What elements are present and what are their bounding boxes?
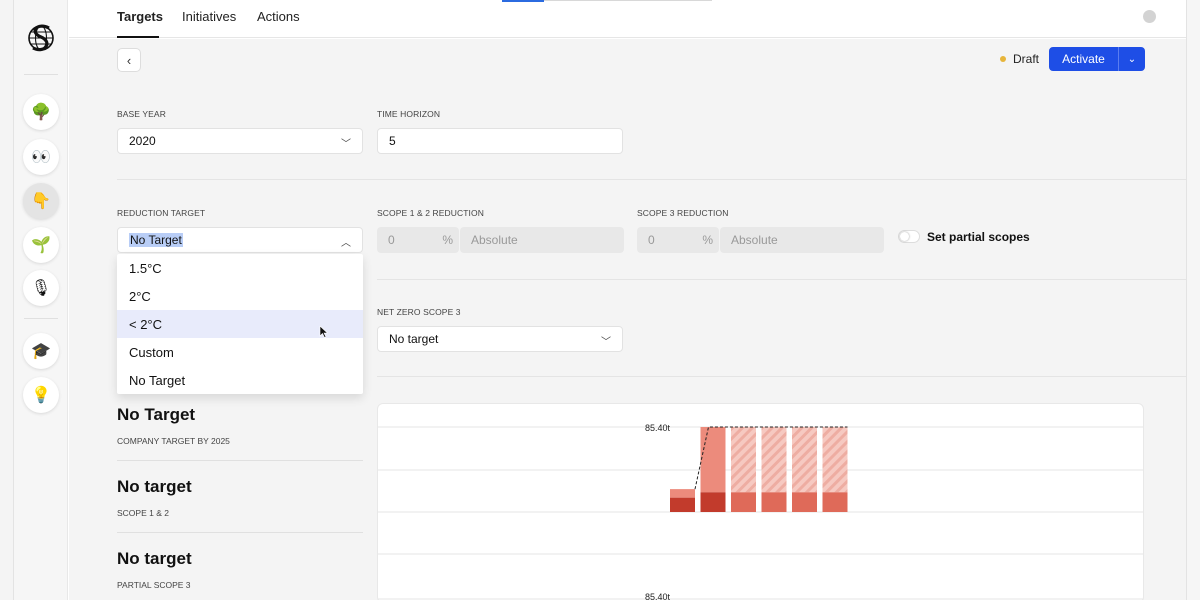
mouse-cursor-icon <box>319 326 329 338</box>
time-horizon-input[interactable]: 5 <box>377 128 623 154</box>
scope12-absolute-input[interactable]: Absolute <box>460 227 624 253</box>
top-progress-accent <box>502 0 544 2</box>
percent-unit: % <box>442 233 453 247</box>
dropdown-option-no-target[interactable]: No Target <box>117 366 363 394</box>
time-horizon-label: TIME HORIZON <box>377 109 441 119</box>
scope12-target-caption: SCOPE 1 & 2 <box>117 508 169 518</box>
lightbulb-icon[interactable]: 💡 <box>23 377 59 413</box>
section-divider <box>117 179 1186 180</box>
chevron-left-icon: ‹ <box>126 52 132 68</box>
chevron-up-icon: ︿ <box>341 238 351 249</box>
chart-bar-segment <box>761 492 787 512</box>
right-window-edge <box>1186 0 1200 600</box>
microphone-icon[interactable]: 🎙 <box>23 270 59 306</box>
net-zero-scope3-label: NET ZERO SCOPE 3 <box>377 307 461 317</box>
reduction-target-select[interactable]: No Target ︿ <box>117 227 363 253</box>
scope12-target-value: No target <box>117 477 192 496</box>
chart-bar-segment <box>670 497 695 512</box>
percent-unit: % <box>702 233 713 247</box>
eyes-icon[interactable]: 👀 <box>23 139 59 175</box>
company-target-caption: COMPANY TARGET BY 2025 <box>117 436 230 446</box>
section-divider <box>377 376 1186 377</box>
scope12-percent-input[interactable]: 0 % <box>377 227 459 253</box>
active-tab-underline <box>117 36 159 38</box>
top-progress-track <box>544 0 712 1</box>
back-button[interactable]: ‹ <box>117 48 141 72</box>
chevron-down-icon[interactable]: ⌄ <box>1119 54 1145 65</box>
chart-data-label: 85.40t <box>645 592 671 600</box>
dropdown-option-2c[interactable]: 2°C <box>117 282 363 310</box>
tab-actions[interactable]: Actions <box>257 9 300 24</box>
chart-bar <box>822 427 848 493</box>
emissions-chart-card: 85.40t 85.40t <box>377 403 1144 600</box>
targets-panel: ‹ Draft Activate ⌄ BASE YEAR 2020 ﹀ TIME… <box>69 39 1186 600</box>
chart-bar-segment <box>822 492 848 512</box>
tab-initiatives[interactable]: Initiatives <box>182 9 236 24</box>
help-icon[interactable] <box>1143 10 1156 23</box>
chart-bar <box>761 427 787 493</box>
chart-bar-segment <box>792 492 817 512</box>
tab-targets[interactable]: Targets <box>117 9 163 24</box>
scope3-percent-value: 0 <box>648 233 655 247</box>
reduction-target-label: REDUCTION TARGET <box>117 208 206 218</box>
draft-dot-icon <box>1000 56 1006 62</box>
status-badge: Draft <box>1000 52 1039 66</box>
base-year-value: 2020 <box>129 134 156 148</box>
scope3-reduction-label: SCOPE 3 REDUCTION <box>637 208 729 218</box>
reduction-target-value: No Target <box>129 233 183 247</box>
activate-button[interactable]: Activate ⌄ <box>1049 47 1145 71</box>
chart-bar <box>700 427 726 493</box>
partial-scope3-target-caption: PARTIAL SCOPE 3 <box>117 580 191 590</box>
partial-scopes-toggle[interactable] <box>898 230 920 243</box>
chart-bar <box>670 489 695 498</box>
top-tab-bar: Targets Initiatives Actions <box>69 0 1186 38</box>
chart-bar-segment <box>731 492 756 512</box>
company-target-value: No Target <box>117 405 196 424</box>
chart-bar <box>731 427 756 493</box>
partial-scope3-target-value: No target <box>117 549 192 568</box>
chart-bar <box>792 427 817 493</box>
globe-logo-icon[interactable] <box>27 20 55 56</box>
graduation-cap-icon[interactable]: 🎓 <box>23 333 59 369</box>
scope3-percent-input[interactable]: 0 % <box>637 227 719 253</box>
scope12-absolute-placeholder: Absolute <box>471 233 518 247</box>
base-year-label: BASE YEAR <box>117 109 166 119</box>
section-divider <box>377 279 1186 280</box>
hand-icon[interactable]: 👇 <box>23 183 59 219</box>
emissions-chart: 85.40t 85.40t <box>378 423 1143 600</box>
tree-icon[interactable]: 🌳 <box>23 94 59 130</box>
status-text: Draft <box>1013 52 1040 66</box>
base-year-select[interactable]: 2020 ﹀ <box>117 128 363 154</box>
scope12-percent-value: 0 <box>388 233 395 247</box>
chevron-down-icon: ﹀ <box>341 139 351 150</box>
sprout-icon[interactable]: 🌱 <box>23 227 59 263</box>
sidebar-rail: 🌳 👀 👇 🌱 🎙 🎓 💡 <box>14 0 68 600</box>
rail-divider <box>24 74 58 75</box>
chart-data-label: 85.40t <box>645 423 671 433</box>
scope12-reduction-label: SCOPE 1 & 2 REDUCTION <box>377 208 484 218</box>
chart-bar-segment <box>700 492 726 512</box>
rail-divider <box>24 318 58 319</box>
time-horizon-value: 5 <box>389 134 396 148</box>
partial-scopes-label: Set partial scopes <box>927 230 1030 244</box>
dropdown-option-custom[interactable]: Custom <box>117 338 363 366</box>
activate-label: Activate <box>1062 52 1105 66</box>
chevron-down-icon: ﹀ <box>601 337 611 348</box>
dropdown-option-1-5c[interactable]: 1.5°C <box>117 254 363 282</box>
reduction-target-dropdown: 1.5°C 2°C < 2°C Custom No Target <box>117 254 363 394</box>
summary-divider <box>117 460 363 461</box>
net-zero-scope3-select[interactable]: No target ﹀ <box>377 326 623 352</box>
scope3-absolute-input[interactable]: Absolute <box>720 227 884 253</box>
net-zero-scope3-value: No target <box>389 332 439 346</box>
summary-divider <box>117 532 363 533</box>
left-window-edge <box>0 0 14 600</box>
scope3-absolute-placeholder: Absolute <box>731 233 778 247</box>
